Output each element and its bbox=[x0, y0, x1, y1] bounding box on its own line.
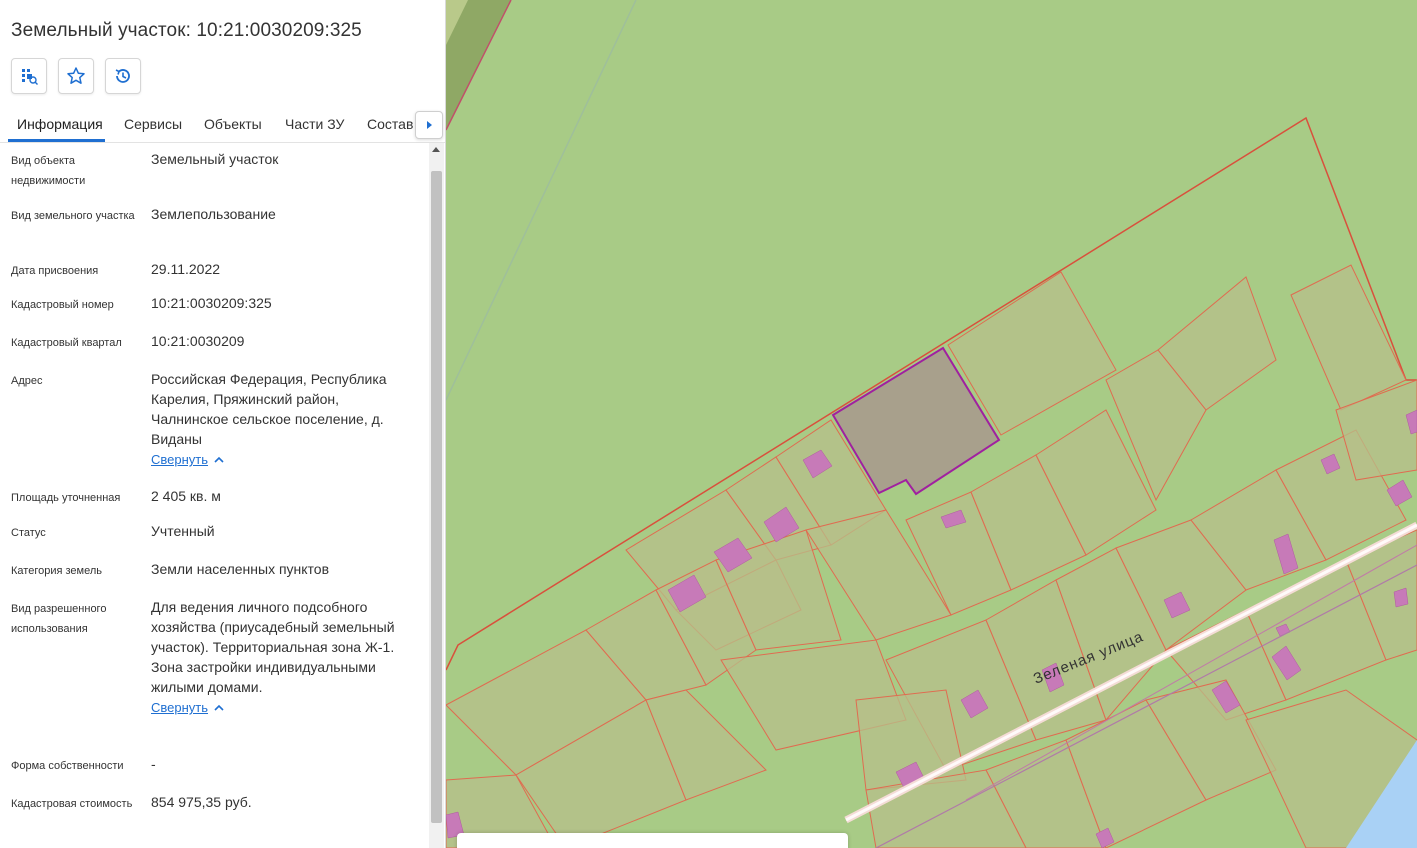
permitted-use-text: Для ведения личного подсобного хозяйства… bbox=[151, 599, 395, 695]
panel-scrollbar[interactable] bbox=[429, 143, 444, 848]
property-label: Вид разрешенного использования bbox=[11, 603, 107, 635]
property-value: Землепользование bbox=[151, 206, 276, 222]
action-toolbar bbox=[11, 58, 141, 94]
property-value: Земли населенных пунктов bbox=[151, 561, 330, 577]
property-label: Кадастровая стоимость bbox=[11, 798, 133, 810]
chevron-right-icon bbox=[427, 121, 432, 129]
property-value: 29.11.2022 bbox=[151, 261, 221, 277]
property-value: 2 405 кв. м bbox=[151, 488, 221, 504]
map-canvas bbox=[446, 0, 1417, 848]
info-panel: Земельный участок: 10:21:0030209:325 Инф… bbox=[0, 0, 446, 848]
property-value: Земельный участок bbox=[151, 151, 279, 167]
property-value: 10:21:0030209 bbox=[151, 333, 245, 349]
tab-information[interactable]: Информация bbox=[17, 116, 103, 132]
select-area-icon bbox=[22, 69, 38, 85]
map-bottom-card[interactable] bbox=[457, 833, 848, 848]
tab-bar: Информация Сервисы Объекты Части ЗУ Сост… bbox=[0, 108, 445, 143]
property-label: Дата присвоения bbox=[11, 265, 99, 277]
scroll-thumb[interactable] bbox=[431, 171, 442, 823]
parcel-group bbox=[446, 264, 1417, 848]
cadastral-map[interactable]: Зеленая улица bbox=[446, 0, 1417, 848]
property-label: Кадастровый номер bbox=[11, 299, 114, 311]
property-label: Площадь уточненная bbox=[11, 492, 121, 504]
property-label: Форма собственности bbox=[11, 760, 124, 772]
property-value: Для ведения личного подсобного хозяйства… bbox=[151, 597, 416, 718]
collapse-label: Свернуть bbox=[151, 452, 209, 467]
property-value: Российская Федерация, Республика Карелия… bbox=[151, 369, 416, 470]
scroll-up-arrow-icon[interactable] bbox=[432, 147, 440, 152]
star-icon bbox=[67, 67, 85, 84]
property-label: Вид объекта недвижимости bbox=[11, 155, 86, 187]
property-value: 10:21:0030209:325 bbox=[151, 295, 272, 311]
property-value: 854 975,35 руб. bbox=[151, 794, 252, 810]
chevron-up-icon bbox=[214, 704, 224, 711]
address-text: Российская Федерация, Республика Карелия… bbox=[151, 371, 387, 447]
collapse-permitted-use-link[interactable]: Свернуть bbox=[151, 698, 224, 718]
property-label: Кадастровый квартал bbox=[11, 337, 122, 349]
property-label: Категория земель bbox=[11, 565, 102, 577]
property-label: Статус bbox=[11, 527, 46, 539]
collapse-label: Свернуть bbox=[151, 700, 209, 715]
history-icon bbox=[115, 69, 130, 83]
tab-objects[interactable]: Объекты bbox=[204, 116, 262, 132]
tabs-next-button[interactable] bbox=[415, 111, 443, 139]
tab-composition[interactable]: Состав bbox=[367, 116, 413, 132]
favorite-button[interactable] bbox=[58, 58, 94, 94]
property-value: Учтенный bbox=[151, 523, 215, 539]
page-title: Земельный участок: 10:21:0030209:325 bbox=[11, 20, 362, 41]
property-value: - bbox=[151, 756, 156, 772]
history-button[interactable] bbox=[105, 58, 141, 94]
select-area-button[interactable] bbox=[11, 58, 47, 94]
property-label: Вид земельного участка bbox=[11, 210, 135, 222]
chevron-up-icon bbox=[214, 456, 224, 463]
tab-services[interactable]: Сервисы bbox=[124, 116, 182, 132]
property-label: Адрес bbox=[11, 375, 43, 387]
property-list: Вид объекта недвижимости Земельный участ… bbox=[0, 143, 428, 848]
collapse-address-link[interactable]: Свернуть bbox=[151, 450, 224, 470]
active-tab-indicator bbox=[8, 139, 105, 142]
parcel bbox=[1290, 264, 1407, 411]
tab-parts[interactable]: Части ЗУ bbox=[285, 116, 344, 132]
